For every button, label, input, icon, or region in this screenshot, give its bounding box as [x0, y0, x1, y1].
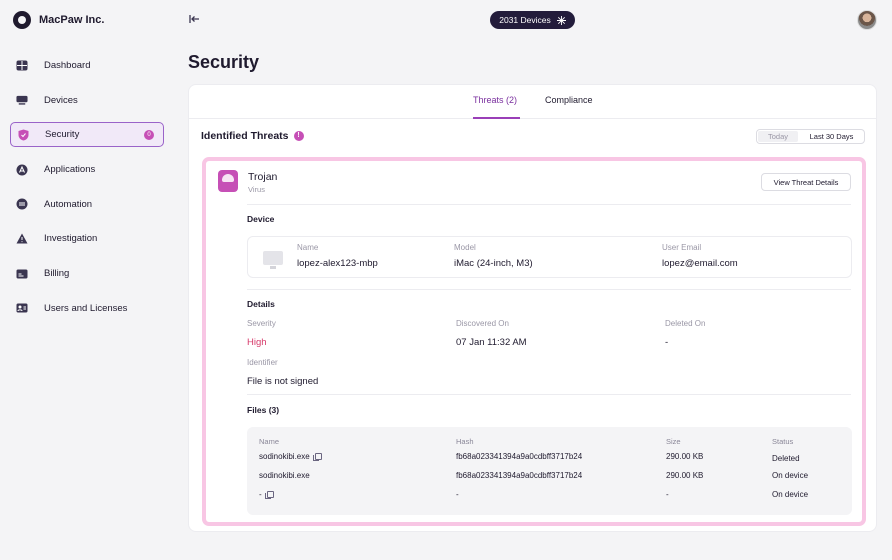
device-model: iMac (24-inch, M3): [454, 258, 533, 269]
file-size: 290.00 KB: [666, 452, 704, 461]
file-hash: -: [456, 490, 459, 499]
macpaw-logo-icon: [13, 11, 31, 29]
sidebar-item-security[interactable]: Security 0: [10, 122, 164, 148]
threat-type: Virus: [248, 185, 265, 194]
sidebar-item-applications[interactable]: Applications: [10, 157, 164, 182]
page-title: Security: [188, 52, 260, 72]
range-30-days-button[interactable]: Last 30 Days: [799, 130, 864, 143]
sidebar-item-label: Billing: [44, 268, 70, 280]
sidebar: Dashboard Devices Security 0 Application…: [10, 53, 164, 331]
files-col-status: Status: [772, 437, 794, 446]
threat-name: Trojan: [248, 171, 278, 183]
sidebar-item-label: Automation: [44, 198, 93, 210]
threat-detail-panel: Trojan Virus View Threat Details Device …: [202, 157, 866, 526]
deleted-label: Deleted On: [665, 319, 706, 328]
divider: [247, 394, 851, 395]
billing-icon: [16, 268, 28, 279]
file-name: -: [259, 490, 262, 499]
file-size: 290.00 KB: [666, 471, 704, 480]
device-section-label: Device: [247, 214, 275, 224]
copy-icon[interactable]: [312, 453, 322, 462]
user-email-label: User Email: [662, 243, 702, 252]
sidebar-item-label: Devices: [44, 94, 78, 106]
details-section-label: Details: [247, 299, 275, 309]
device-name-label: Name: [297, 243, 319, 252]
discovered-value: 07 Jan 11:32 AM: [456, 337, 527, 348]
file-hash: fb68a023341394a9a0cdbff3717b24: [456, 471, 583, 480]
grid-icon: [16, 60, 28, 71]
file-size: -: [666, 490, 669, 499]
severity-value: High: [247, 337, 267, 348]
tab-compliance[interactable]: Compliance: [545, 95, 593, 105]
severity-label: Severity: [247, 319, 276, 328]
sidebar-item-label: Security: [45, 129, 80, 141]
files-col-size: Size: [666, 437, 681, 446]
active-tab-indicator: [473, 117, 520, 119]
identifier-label: Identifier: [247, 358, 278, 367]
file-hash: fb68a023341394a9a0cdbff3717b24: [456, 452, 583, 461]
device-name: lopez-alex123-mbp: [297, 258, 378, 269]
bug-icon: [218, 170, 238, 192]
divider: [247, 289, 851, 290]
device-info-box: Name lopez-alex123-mbp Model iMac (24-in…: [247, 236, 852, 278]
range-today-button[interactable]: Today: [757, 130, 799, 143]
info-icon[interactable]: !: [293, 131, 304, 141]
tab-threats[interactable]: Threats (2): [473, 95, 517, 105]
section-title: Identified Threats: [201, 130, 289, 142]
files-section-label: Files (3): [247, 405, 280, 415]
file-status: On device: [772, 471, 809, 480]
files-table: Name Hash Size Status sodinokibi.exe fb6…: [247, 427, 852, 515]
file-status: On device: [772, 490, 809, 499]
users-icon: [16, 303, 28, 314]
org-name: MacPaw Inc.: [39, 14, 105, 26]
automation-icon: [16, 198, 28, 210]
apps-icon: [16, 164, 28, 176]
sidebar-item-label: Users and Licenses: [44, 302, 128, 314]
sidebar-item-investigation[interactable]: Investigation: [10, 226, 164, 251]
sidebar-item-automation[interactable]: Automation: [10, 192, 164, 217]
tab-bar: Threats (2) Compliance: [189, 85, 876, 119]
discovered-label: Discovered On: [456, 319, 509, 328]
monitor-icon: [263, 251, 283, 269]
device-count-pill[interactable]: 2031 Devices: [490, 11, 575, 29]
org-logo[interactable]: MacPaw Inc.: [13, 11, 104, 29]
sidebar-item-dashboard[interactable]: Dashboard: [10, 53, 164, 78]
date-range-toggle: Today Last 30 Days: [756, 129, 865, 144]
threats-card: Threats (2) Compliance Identified Threat…: [188, 84, 877, 532]
collapse-sidebar-icon[interactable]: [188, 13, 202, 27]
file-name: sodinokibi.exe: [259, 471, 310, 480]
sidebar-item-label: Investigation: [44, 233, 98, 245]
files-col-hash: Hash: [456, 437, 474, 446]
laptop-icon: [16, 95, 28, 106]
file-name-cell: sodinokibi.exe: [259, 452, 322, 462]
file-status: Deleted: [772, 454, 800, 463]
copy-icon[interactable]: [264, 491, 274, 500]
sidebar-item-billing[interactable]: Billing: [10, 261, 164, 286]
device-model-label: Model: [454, 243, 476, 252]
files-col-name: Name: [259, 437, 280, 446]
identifier-value: File is not signed: [247, 376, 319, 387]
file-name: sodinokibi.exe: [259, 452, 310, 461]
sidebar-item-label: Dashboard: [44, 60, 91, 71]
device-count-label: 2031 Devices: [499, 15, 551, 25]
deleted-value: -: [665, 337, 669, 348]
sparkle-icon: [556, 15, 566, 25]
file-name-cell: -: [259, 490, 274, 500]
sidebar-item-users[interactable]: Users and Licenses: [10, 296, 164, 321]
divider: [247, 204, 851, 205]
user-email: lopez@email.com: [662, 258, 738, 269]
user-avatar[interactable]: [857, 10, 877, 30]
sidebar-item-label: Applications: [44, 164, 96, 176]
sidebar-item-devices[interactable]: Devices: [10, 88, 164, 113]
warning-icon: [16, 233, 28, 244]
shield-icon: [17, 129, 29, 141]
security-count-badge: 0: [144, 130, 154, 141]
view-threat-details-button[interactable]: View Threat Details: [761, 173, 851, 191]
identified-threats-header: Identified Threats !: [201, 130, 304, 142]
